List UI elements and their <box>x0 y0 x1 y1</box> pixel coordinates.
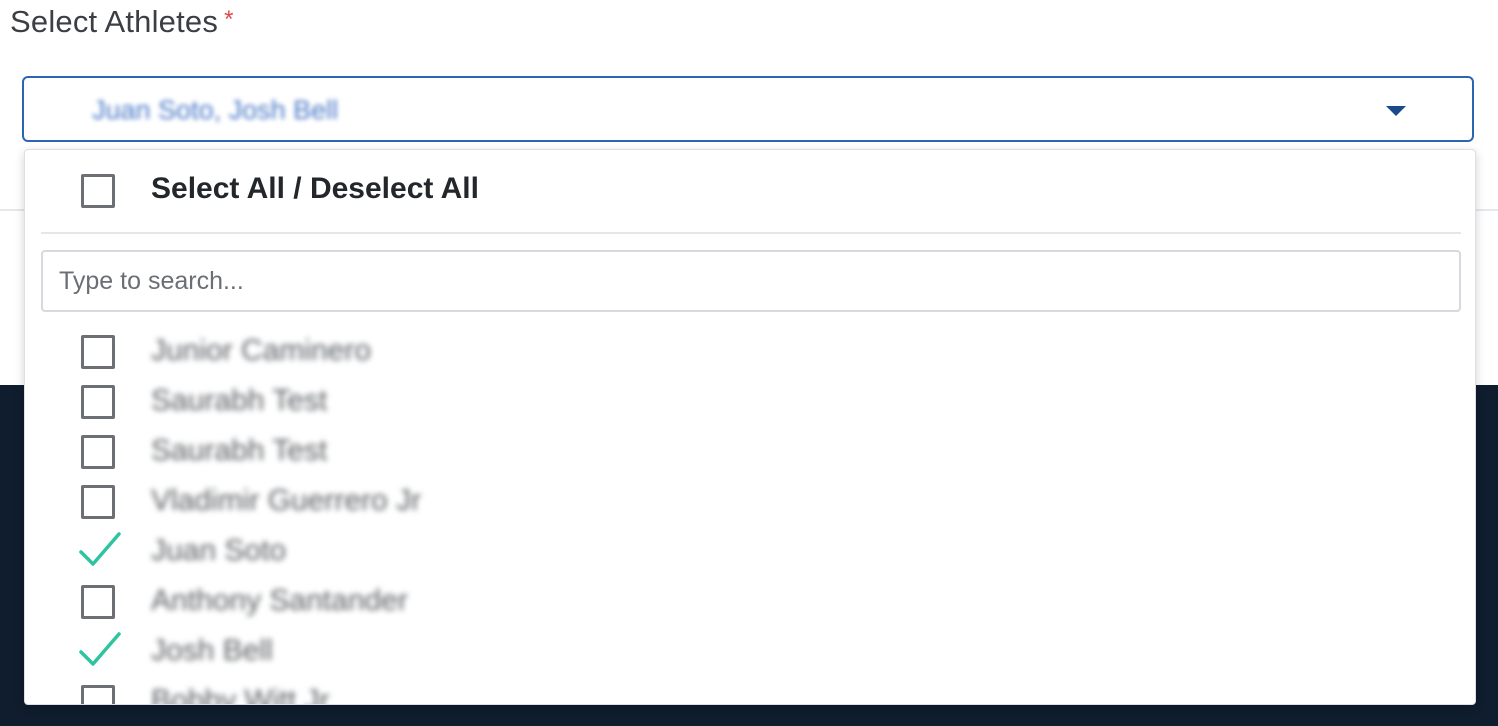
athlete-option[interactable]: Junior Caminero <box>25 326 1475 376</box>
select-all-checkbox[interactable] <box>81 174 115 208</box>
athlete-checkbox[interactable] <box>81 585 115 619</box>
field-label-text: Select Athletes <box>10 4 219 39</box>
page: Select Athletes * Juan Soto, Josh Bell Se… <box>0 0 1498 726</box>
athlete-checkbox[interactable] <box>81 485 115 519</box>
required-marker: * <box>224 6 234 33</box>
athlete-checkbox[interactable] <box>81 385 115 419</box>
athlete-search-input[interactable] <box>41 250 1461 312</box>
athlete-option[interactable]: Saurabh Test <box>25 376 1475 426</box>
check-icon[interactable] <box>77 528 123 572</box>
athlete-option[interactable]: Vladimir Guerrero Jr <box>25 476 1475 526</box>
field-label: Select Athletes * <box>10 4 234 40</box>
athlete-option-label: Juan Soto <box>151 534 287 567</box>
athlete-checkbox[interactable] <box>81 685 115 704</box>
chevron-down-icon[interactable] <box>1386 106 1406 116</box>
check-icon[interactable] <box>77 628 123 672</box>
athlete-option-label: Vladimir Guerrero Jr <box>151 484 422 517</box>
athlete-option-label: Saurabh Test <box>151 384 328 417</box>
athlete-option-label: Junior Caminero <box>151 334 372 367</box>
athlete-option[interactable]: Saurabh Test <box>25 426 1475 476</box>
athlete-option[interactable]: Josh Bell <box>25 626 1475 676</box>
select-all-toggle[interactable]: Select All / Deselect All <box>25 150 1475 232</box>
dropdown-divider <box>41 232 1461 234</box>
select-all-label: Select All / Deselect All <box>151 172 479 205</box>
athlete-checkbox[interactable] <box>81 435 115 469</box>
athlete-option-label: Saurabh Test <box>151 434 328 467</box>
athletes-select[interactable]: Juan Soto, Josh Bell <box>22 76 1474 142</box>
athlete-option-label: Bobby Witt Jr <box>151 684 330 705</box>
athlete-option[interactable]: Bobby Witt Jr <box>25 676 1475 705</box>
athlete-checkbox[interactable] <box>81 335 115 369</box>
athlete-option-label: Anthony Santander <box>151 584 408 617</box>
athlete-option[interactable]: Juan Soto <box>25 526 1475 576</box>
selected-athletes-value: Juan Soto, Josh Bell <box>92 95 339 125</box>
athletes-dropdown: Select All / Deselect All Junior Caminer… <box>24 149 1476 705</box>
athlete-option[interactable]: Anthony Santander <box>25 576 1475 626</box>
athlete-option-label: Josh Bell <box>151 634 273 667</box>
